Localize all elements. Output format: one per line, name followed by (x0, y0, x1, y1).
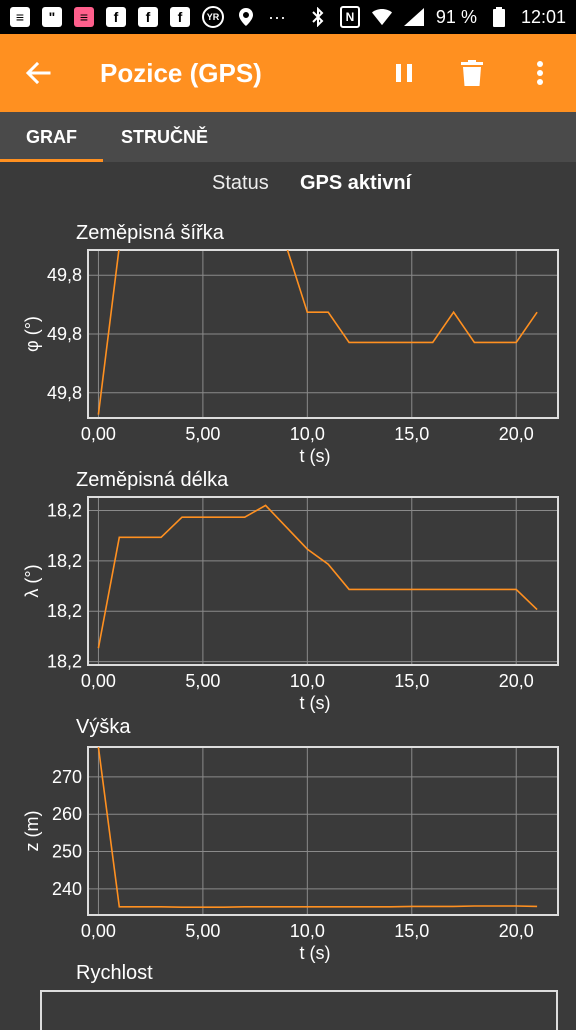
page-title: Pozice (GPS) (100, 57, 262, 88)
chart-title-speed: Rychlost (76, 962, 153, 984)
x-tick-label: 15,0 (394, 671, 429, 691)
pause-button[interactable] (390, 55, 418, 91)
x-axis-label: t (s) (300, 693, 331, 713)
system-icons: N 91 % 12:01 (308, 6, 566, 28)
y-tick-label: 18,2 (47, 500, 82, 520)
battery-icon (489, 7, 509, 27)
app-bar: Pozice (GPS) (0, 34, 576, 112)
altitude-chart: 0,00 5,00 10,0 15,0 20,0 270 260 250 240 t (s) z (… (22, 746, 559, 963)
clock: 12:01 (520, 6, 566, 27)
pause-icon (396, 64, 412, 82)
signal-icon (403, 7, 424, 27)
x-tick-label: 10,0 (290, 921, 325, 941)
y-tick-label: 18,2 (47, 652, 82, 672)
y-tick-label: 270 (52, 767, 82, 787)
nfc-icon: N (339, 6, 360, 28)
plot-frame (87, 746, 559, 916)
chart-title-latitude: Zeměpisná šířka (76, 222, 224, 244)
chart-title-longitude: Zeměpisná délka (76, 469, 229, 491)
y-tick-label: 18,2 (47, 601, 82, 621)
tab-bar: GRAF STRUČNĚ (0, 112, 576, 162)
status-value: GPS aktivní (300, 172, 412, 194)
x-tick-label: 15,0 (394, 424, 429, 444)
x-tick-label: 0,00 (81, 424, 116, 444)
tab-graf[interactable]: GRAF (0, 112, 103, 162)
more-vert-icon (537, 61, 543, 85)
facebook-icon: f (138, 7, 158, 27)
y-axis-label: z (m) (22, 811, 42, 852)
latitude-chart: 0,00 5,00 10,0 15,0 20,0 49,8 49,8 49,8 t (s) φ (… (22, 249, 559, 466)
longitude-chart: 0,00 5,00 10,0 15,0 20,0 18,2 18,2 18,2 18,2 t (s… (22, 496, 559, 713)
x-tick-label: 5,00 (185, 921, 220, 941)
app-bar-actions (390, 55, 554, 91)
arrow-back-icon (25, 61, 51, 85)
more-options-button[interactable] (526, 55, 554, 91)
pink-message-icon: ≡ (74, 7, 94, 27)
facebook-icon: f (170, 7, 190, 27)
x-tick-label: 10,0 (290, 671, 325, 691)
battery-text: 91 % (435, 6, 477, 27)
x-axis-label: t (s) (300, 446, 331, 466)
series-line (97, 504, 538, 649)
x-tick-label: 10,0 (290, 424, 325, 444)
delete-button[interactable] (458, 55, 486, 91)
x-tick-label: 15,0 (394, 921, 429, 941)
y-tick-label: 49,8 (47, 383, 82, 403)
back-button[interactable] (16, 51, 60, 95)
y-axis-label: φ (°) (22, 316, 42, 352)
y-tick-label: 240 (52, 879, 82, 899)
series-line (97, 250, 538, 415)
y-tick-label: 250 (52, 842, 82, 862)
x-tick-label: 20,0 (499, 671, 534, 691)
x-tick-label: 5,00 (185, 424, 220, 444)
y-tick-label: 18,2 (47, 551, 82, 571)
location-icon (236, 7, 256, 27)
x-tick-label: 20,0 (499, 424, 534, 444)
status-label: Status (212, 172, 269, 194)
chat-icon: " (42, 7, 62, 27)
x-tick-label: 5,00 (185, 671, 220, 691)
status-row: Status GPS aktivní (0, 172, 576, 200)
y-tick-label: 49,8 (47, 324, 82, 344)
status-bar: ≡ " ≡ f f f YR ··· N 91 % 12:01 (0, 0, 576, 34)
speed-chart (40, 990, 558, 1030)
trash-icon (461, 60, 483, 86)
x-axis-label: t (s) (300, 943, 331, 963)
x-tick-label: 0,00 (81, 671, 116, 691)
y-axis-label: λ (°) (22, 564, 42, 597)
more-icon: ··· (268, 6, 286, 27)
facebook-icon: f (106, 7, 126, 27)
message-icon: ≡ (10, 7, 30, 27)
yr-icon: YR (202, 6, 224, 28)
tab-strucne[interactable]: STRUČNĚ (103, 112, 234, 162)
bluetooth-icon (308, 7, 328, 27)
y-tick-label: 49,8 (47, 265, 82, 285)
x-tick-label: 0,00 (81, 921, 116, 941)
chart-title-altitude: Výška (76, 716, 131, 738)
series-line (97, 747, 538, 908)
notification-icons: ≡ " ≡ f f f YR ··· (10, 6, 286, 28)
plot-frame (87, 496, 559, 666)
wifi-icon (371, 7, 392, 27)
x-tick-label: 20,0 (499, 921, 534, 941)
y-tick-label: 260 (52, 804, 82, 824)
